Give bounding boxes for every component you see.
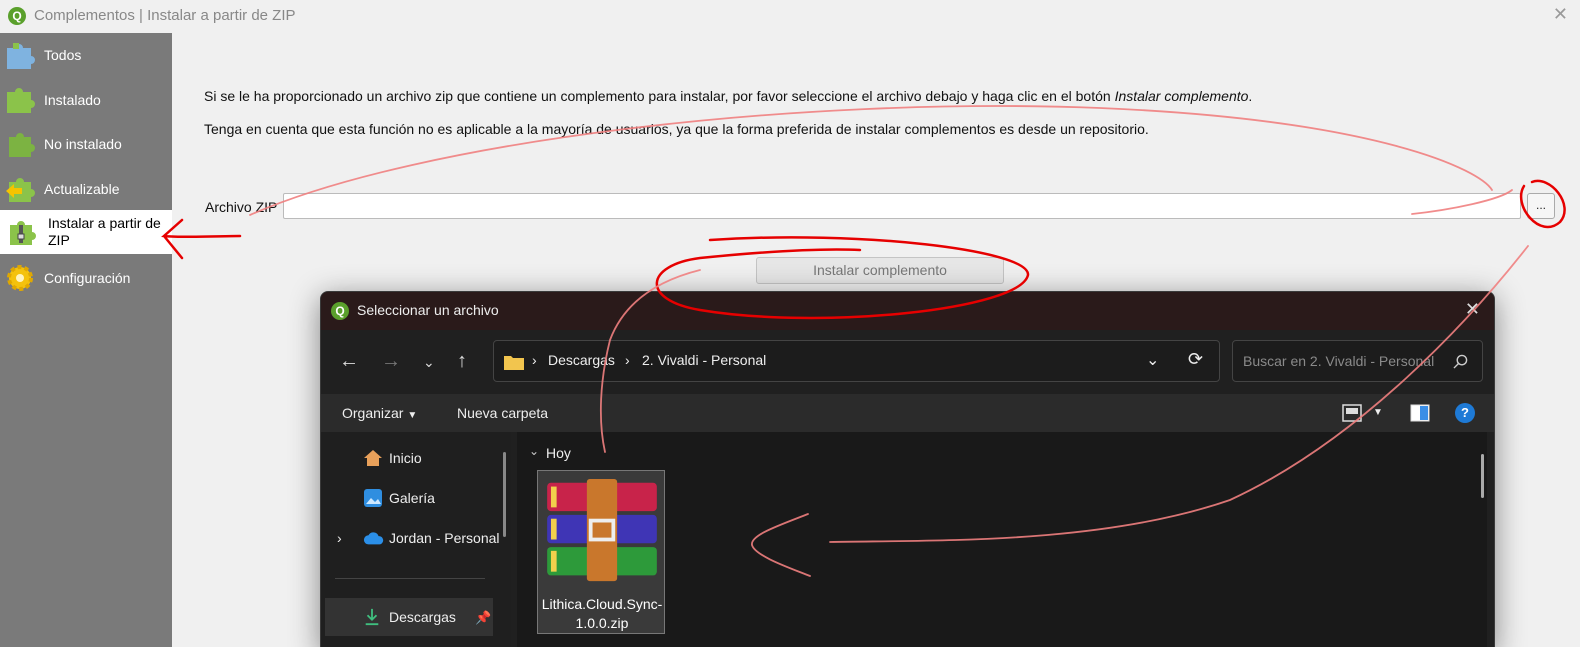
sidebar-item-actualizable[interactable]: Actualizable	[0, 167, 172, 211]
address-bar[interactable]: › Descargas › 2. Vivaldi - Personal ⌄ ⟳	[493, 340, 1220, 382]
puzzle-not-installed-icon	[9, 133, 35, 157]
sidebar-item-instalado[interactable]: Instalado	[0, 78, 172, 122]
group-header-hoy[interactable]: Hoy	[546, 445, 571, 461]
nav-scrollbar[interactable]	[503, 452, 506, 537]
preview-pane-icon[interactable]	[1410, 404, 1430, 422]
nav-item-label: Descargas	[389, 609, 456, 625]
nav-item-inicio[interactable]: Inicio	[363, 450, 422, 466]
browse-button[interactable]: ...	[1527, 193, 1555, 219]
puzzle-installed-icon	[7, 88, 35, 113]
nav-item-onedrive[interactable]: › Jordan - Personal	[337, 530, 511, 546]
folder-icon	[504, 356, 524, 370]
sidebar-item-instalar-zip[interactable]: Instalar a partir de ZIP	[0, 210, 172, 254]
nav-item-galeria[interactable]: Galería	[363, 489, 435, 507]
organize-dropdown-icon: ▼	[407, 410, 418, 421]
instructions-prefix: Si se le ha proporcionado un archivo zip…	[204, 88, 1115, 104]
instructions-emphasis: Instalar complemento	[1114, 88, 1249, 104]
gear-icon	[7, 265, 33, 291]
onedrive-cloud-icon	[363, 532, 384, 545]
install-plugin-button[interactable]: Instalar complemento	[756, 257, 1004, 284]
breadcrumb-separator-icon: ›	[625, 352, 630, 368]
window-close-button[interactable]: ✕	[1553, 4, 1568, 25]
refresh-icon[interactable]: ⟳	[1188, 349, 1203, 370]
sidebar-item-label: Instalar a partir de ZIP	[48, 215, 161, 248]
recent-chevron-down-icon[interactable]: ⌄	[423, 354, 435, 371]
download-icon	[365, 608, 379, 626]
address-dropdown-chevron-icon[interactable]: ⌄	[1146, 350, 1159, 370]
file-list: ⌄ Hoy Lithica.Cloud.Sync-1.0.0.zip	[517, 432, 1487, 647]
instructions-text: Si se le ha proporcionado un archivo zip…	[204, 88, 1252, 104]
nav-item-label: Jordan - Personal	[389, 530, 500, 546]
note-text: Tenga en cuenta que esta función no es a…	[204, 121, 1149, 137]
group-collapse-chevron-icon[interactable]: ⌄	[529, 444, 539, 458]
up-arrow-icon[interactable]: ↑	[457, 350, 467, 373]
new-folder-button[interactable]: Nueva carpeta	[457, 405, 548, 421]
search-icon	[1453, 354, 1468, 369]
instructions-suffix: .	[1248, 88, 1253, 104]
sidebar-item-label: Todos	[44, 47, 82, 63]
nav-item-descargas[interactable]: Descargas	[363, 608, 456, 626]
back-arrow-icon[interactable]: ←	[339, 350, 359, 373]
pin-icon: 📌	[475, 610, 492, 625]
help-icon[interactable]: ?	[1455, 403, 1475, 423]
dialog-titlebar: Q Seleccionar un archivo ✕	[321, 292, 1494, 330]
dialog-title: Seleccionar un archivo	[357, 302, 499, 318]
screenshot-root: Q Complementos | Instalar a partir de ZI…	[0, 0, 1580, 647]
navigation-pane: Inicio Galería › Jordan - Personal Desca…	[321, 432, 511, 647]
gallery-icon	[364, 489, 382, 507]
nav-divider	[335, 578, 485, 579]
expand-chevron-icon[interactable]: ›	[337, 530, 342, 546]
forward-arrow-icon[interactable]: →	[381, 350, 401, 373]
puzzle-all-icon	[7, 43, 35, 69]
window-title: Complementos | Instalar a partir de ZIP	[34, 7, 296, 24]
view-dropdown-icon[interactable]: ▼	[1373, 407, 1383, 418]
zip-file-label: Archivo ZIP	[205, 199, 278, 215]
file-name: Lithica.Cloud.Sync-1.0.0.zip	[541, 596, 663, 631]
breadcrumb-separator-icon: ›	[532, 352, 537, 368]
qgis-logo-icon: Q	[331, 302, 349, 320]
nav-item-label: Galería	[389, 490, 435, 506]
sidebar-item-todos[interactable]: Todos	[0, 33, 172, 77]
dialog-close-button[interactable]: ✕	[1465, 299, 1480, 320]
sidebar-item-label: Configuración	[44, 270, 131, 286]
organize-button[interactable]: Organizar ▼	[342, 405, 417, 421]
organize-label: Organizar	[342, 405, 404, 421]
sidebar-item-label: Instalado	[44, 92, 101, 108]
sidebar-item-label: No instalado	[44, 136, 122, 152]
nav-item-label: Inicio	[389, 450, 422, 466]
winrar-archive-icon	[547, 479, 657, 582]
view-options-icon[interactable]	[1342, 404, 1362, 422]
dialog-toolbar: Organizar ▼ Nueva carpeta ▼ ?	[321, 394, 1494, 432]
sidebar-item-configuracion[interactable]: Configuración	[0, 256, 172, 300]
file-item[interactable]: Lithica.Cloud.Sync-1.0.0.zip	[537, 470, 665, 634]
puzzle-upgradeable-icon	[6, 178, 35, 202]
plugin-sidebar: Todos Instalado No instalado Actualizabl…	[0, 33, 172, 647]
sidebar-item-no-instalado[interactable]: No instalado	[0, 122, 172, 166]
home-icon	[364, 450, 382, 466]
search-placeholder: Buscar en 2. Vivaldi - Personal	[1243, 353, 1435, 369]
files-scrollbar[interactable]	[1481, 454, 1484, 498]
qgis-logo-icon: Q	[8, 7, 26, 25]
file-dialog: Q Seleccionar un archivo ✕ ← → ⌄ ↑ › Des…	[320, 291, 1495, 647]
search-box[interactable]: Buscar en 2. Vivaldi - Personal	[1232, 340, 1483, 382]
zip-file-input[interactable]	[283, 193, 1521, 219]
window-titlebar: Q Complementos | Instalar a partir de ZI…	[0, 0, 1580, 32]
breadcrumb-descargas[interactable]: Descargas	[548, 352, 615, 368]
breadcrumb-vivaldi[interactable]: 2. Vivaldi - Personal	[642, 352, 766, 368]
sidebar-item-label: Actualizable	[44, 181, 120, 197]
puzzle-zip-icon	[10, 221, 36, 245]
